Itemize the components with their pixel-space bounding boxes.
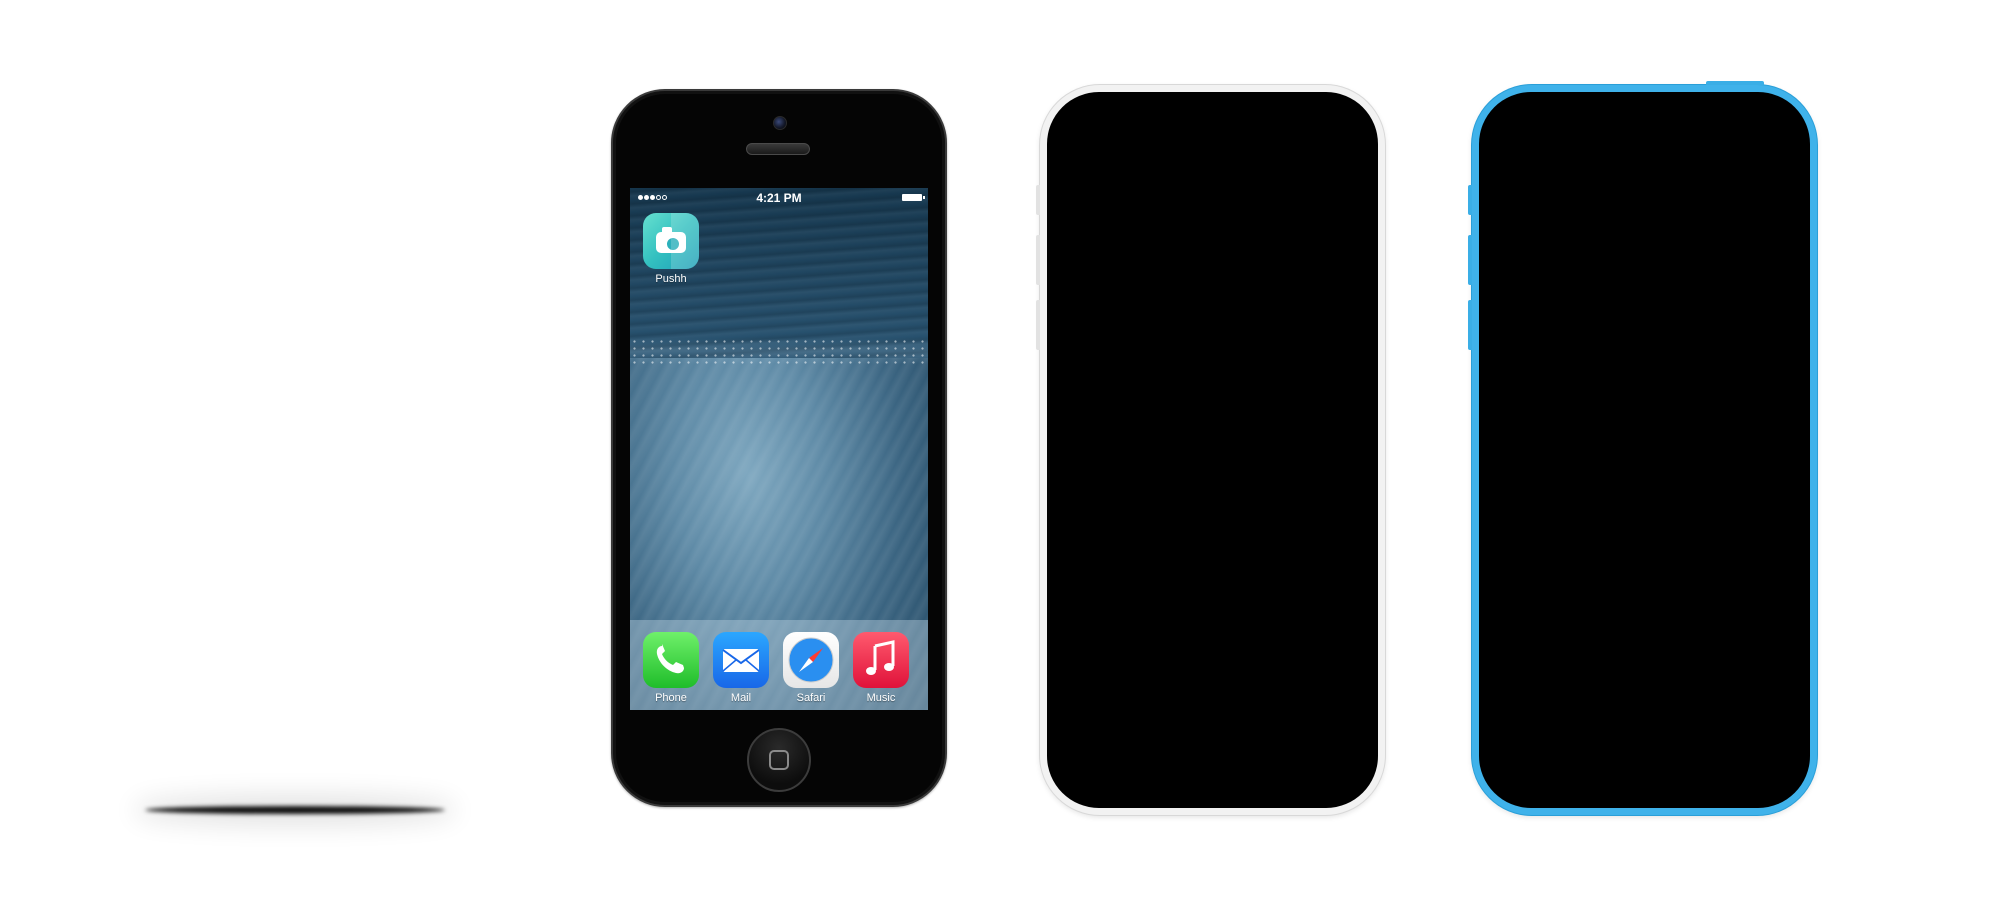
floor-shadow — [145, 806, 445, 814]
blue-phone — [1468, 81, 1817, 815]
device-mockup-stage: 4:21 PM Pushh Phone Mail Safari Music — [0, 0, 2007, 919]
battery-full-icon — [902, 194, 925, 201]
dock-app-music[interactable]: Music — [852, 632, 910, 704]
wallpaper-sparkle — [630, 338, 928, 364]
power-button — [1706, 81, 1764, 85]
dock-app-label: Safari — [796, 692, 826, 704]
music-note-icon — [853, 632, 909, 688]
dock-app-safari[interactable]: Safari — [782, 632, 840, 704]
dock-app-label: Mail — [730, 692, 752, 704]
front-camera — [773, 116, 787, 130]
home-button[interactable] — [747, 728, 811, 792]
mute-switch — [1036, 185, 1040, 215]
mute-switch — [1468, 185, 1472, 215]
blue-phone-screen — [1479, 92, 1810, 808]
white-phone — [1036, 85, 1385, 815]
status-bar: 4:21 PM — [630, 188, 928, 206]
camera-icon — [643, 213, 699, 269]
dock-app-label: Music — [866, 692, 896, 704]
volume-down-button — [1036, 300, 1040, 350]
compass-icon — [783, 632, 839, 688]
status-time: 4:21 PM — [756, 191, 802, 205]
black-phone: 4:21 PM Pushh Phone Mail Safari Music — [611, 89, 947, 807]
app-label: Pushh — [655, 273, 687, 285]
volume-up-button — [1036, 235, 1040, 285]
envelope-icon — [713, 632, 769, 688]
dock-app-label: Phone — [655, 692, 687, 704]
dock-app-phone[interactable]: Phone — [642, 632, 700, 704]
dock-app-mail[interactable]: Mail — [712, 632, 770, 704]
white-phone-screen — [1047, 92, 1378, 808]
earpiece-speaker — [746, 143, 810, 155]
home-screen[interactable]: 4:21 PM Pushh Phone Mail Safari Music — [630, 188, 928, 710]
volume-down-button — [1468, 300, 1472, 350]
home-square-icon — [769, 750, 789, 770]
phone-handset-icon — [643, 632, 699, 688]
volume-up-button — [1468, 235, 1472, 285]
app-pushh[interactable]: Pushh — [642, 213, 700, 285]
dock: Phone Mail Safari Music — [630, 620, 928, 710]
